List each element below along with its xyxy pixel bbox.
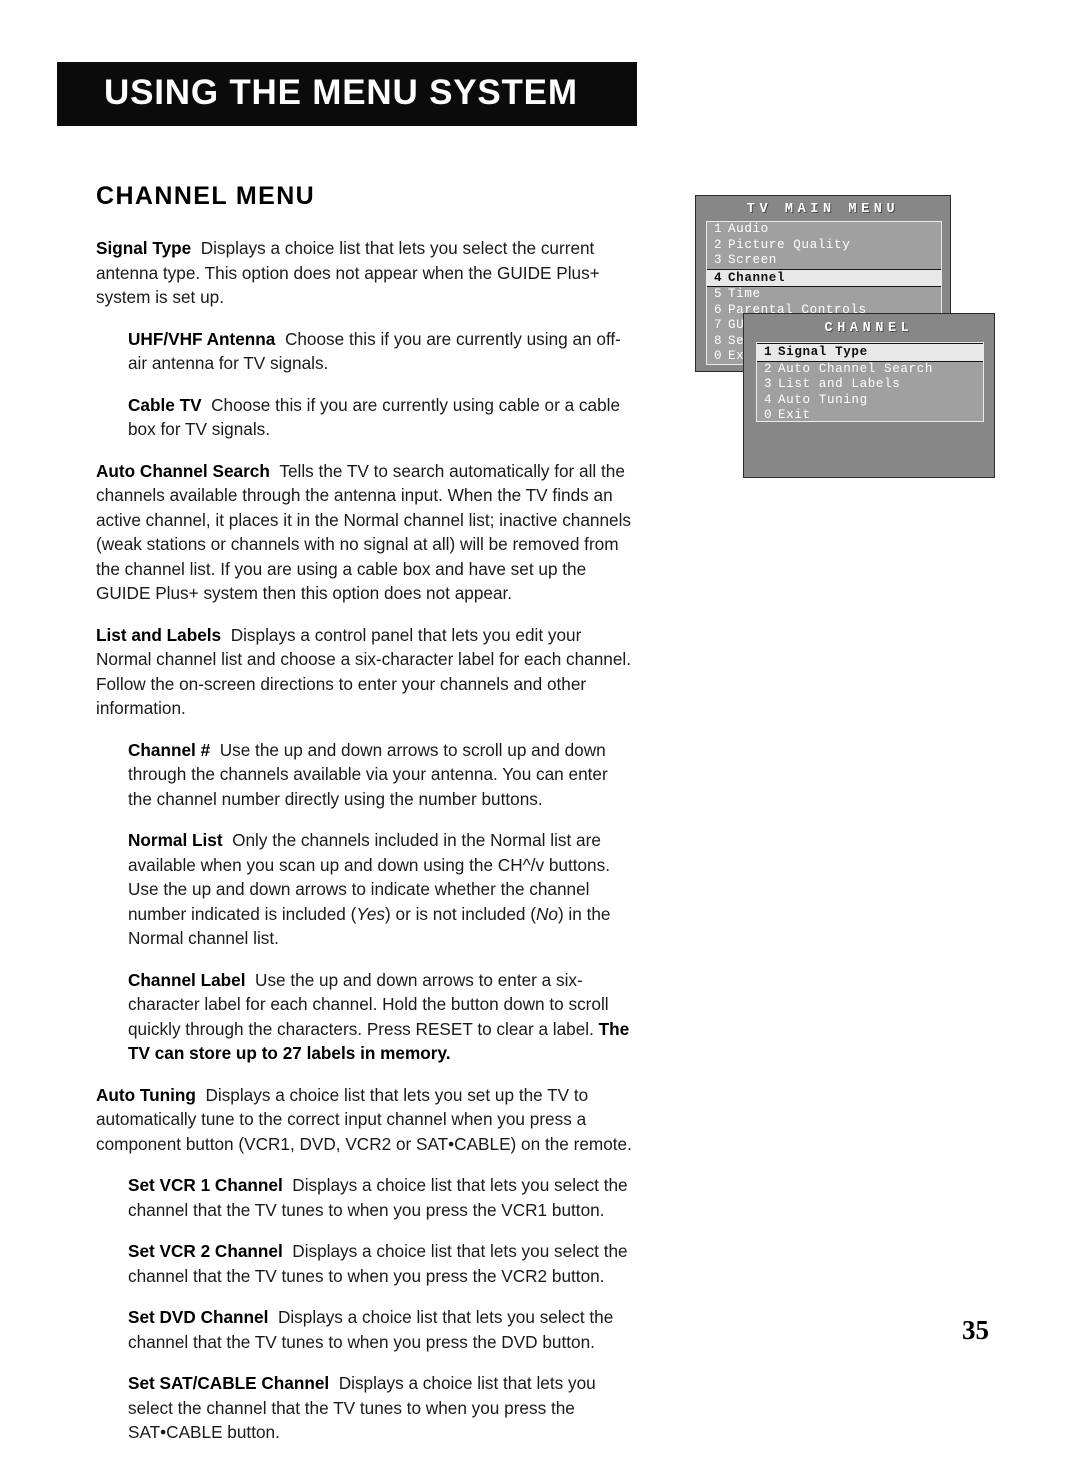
paragraph-term: Set VCR 1 Channel (128, 1175, 283, 1195)
body-paragraph: Set DVD Channel Displays a choice list t… (128, 1307, 614, 1352)
paragraph-term: Set VCR 2 Channel (128, 1241, 283, 1261)
tv-main-menu-title: TV MAIN MENU (746, 202, 900, 217)
osd-item-number: 6 (714, 302, 723, 317)
body-paragraph: Set VCR 1 Channel Displays a choice list… (128, 1175, 628, 1220)
paragraph-term: Set DVD Channel (128, 1307, 269, 1327)
body-paragraph: Channel # Use the up and down arrows to … (128, 739, 608, 809)
osd-item-number: 5 (714, 287, 723, 301)
osd-item-number: 4 (714, 270, 723, 285)
paragraph-term: Signal Type (96, 238, 192, 258)
body-text-column: Signal Type Displays a choice list that … (96, 236, 636, 1462)
osd-item-number: 0 (714, 349, 723, 363)
osd-item-label: Auto Tuning (778, 392, 868, 407)
osd-menu-item[interactable]: 2 Picture Quality (707, 238, 941, 254)
paragraph-term: UHF/VHF Antenna (128, 328, 276, 349)
body-paragraph: Cable TV Choose this if you are currentl… (128, 394, 621, 440)
channel-menu-title: CHANNEL (824, 321, 914, 336)
body-paragraph: Set SAT/CABLE Channel Displays a choice … (128, 1373, 596, 1442)
osd-menu-item[interactable]: 4 Auto Tuning (757, 393, 983, 409)
osd-menu-item[interactable]: 5 Time (707, 287, 941, 303)
osd-item-label: Audio (728, 222, 769, 236)
osd-item-label: Signal Type (778, 345, 868, 359)
body-paragraph: List and Labels Displays a control panel… (96, 624, 632, 719)
osd-item-number: 4 (764, 392, 773, 407)
osd-menu-item[interactable]: 4 Channel (707, 268, 941, 287)
section-title: CHANNEL MENU (96, 182, 316, 210)
italic-term: No (535, 903, 558, 924)
channel-menu-window: CHANNEL 1 Signal Type 2 Auto Channel Search… (743, 313, 995, 478)
osd-item-number: 3 (714, 253, 723, 267)
osd-item-number: 7 (714, 318, 723, 332)
osd-item-label: Time (728, 287, 761, 301)
osd-item-number: 8 (714, 333, 723, 348)
osd-menu-item[interactable]: 1 Audio (707, 222, 941, 238)
osd-item-label: List and Labels (778, 377, 901, 391)
page-header-bar: USING THE MENU SYSTEM (57, 62, 637, 126)
osd-item-label: Picture Quality (728, 237, 851, 252)
body-paragraph: Set VCR 2 Channel Displays a choice list… (128, 1241, 628, 1286)
body-paragraph: Channel Label Use the up and down arrows… (128, 969, 630, 1064)
paragraph-term: Set SAT/CABLE Channel (128, 1373, 330, 1393)
osd-item-number: 1 (714, 222, 723, 236)
osd-menu-item[interactable]: 0 Exit (757, 408, 983, 422)
osd-item-number: 3 (764, 377, 773, 391)
paragraph-term: List and Labels (96, 624, 222, 645)
paragraph-term: Auto Tuning (96, 1084, 196, 1105)
osd-item-label: Screen (728, 253, 777, 267)
body-paragraph: Signal Type Displays a choice list that … (96, 238, 600, 307)
paragraph-term: Cable TV (128, 394, 202, 415)
body-paragraph: Normal List Only the channels included i… (128, 830, 611, 948)
osd-menu-item[interactable]: 1 Signal Type (757, 343, 983, 362)
osd-item-number: 2 (764, 361, 773, 376)
osd-item-label: Channel (728, 270, 786, 285)
body-paragraph: Auto Tuning Displays a choice list that … (96, 1084, 632, 1154)
paragraph-bold-tail: The TV can store up to 27 labels in memo… (128, 1018, 630, 1064)
paragraph-term: Normal List (128, 830, 223, 850)
paragraph-term: Channel Label (128, 969, 246, 990)
channel-menu-list: 1 Signal Type 2 Auto Channel Search 3 List an… (756, 342, 984, 422)
osd-item-label: Auto Channel Search (778, 361, 933, 376)
osd-menu-item[interactable]: 3 List and Labels (757, 377, 983, 393)
page-header-title: USING THE MENU SYSTEM (104, 73, 578, 113)
paragraph-term: Channel # (128, 739, 211, 760)
osd-menu-item[interactable]: 3 Screen (707, 253, 941, 269)
osd-item-number: 1 (764, 345, 773, 359)
osd-item-number: 0 (764, 408, 773, 422)
osd-item-label: Exit (778, 408, 811, 422)
italic-term: Yes (356, 903, 386, 924)
paragraph-term: Auto Channel Search (96, 460, 270, 481)
page-number: 35 (962, 1315, 989, 1345)
body-paragraph: Auto Channel Search Tells the TV to sear… (96, 460, 632, 604)
osd-menu-item[interactable]: 2 Auto Channel Search (757, 362, 983, 378)
osd-item-number: 2 (714, 237, 723, 252)
body-paragraph: UHF/VHF Antenna Choose this if you are c… (128, 328, 621, 374)
